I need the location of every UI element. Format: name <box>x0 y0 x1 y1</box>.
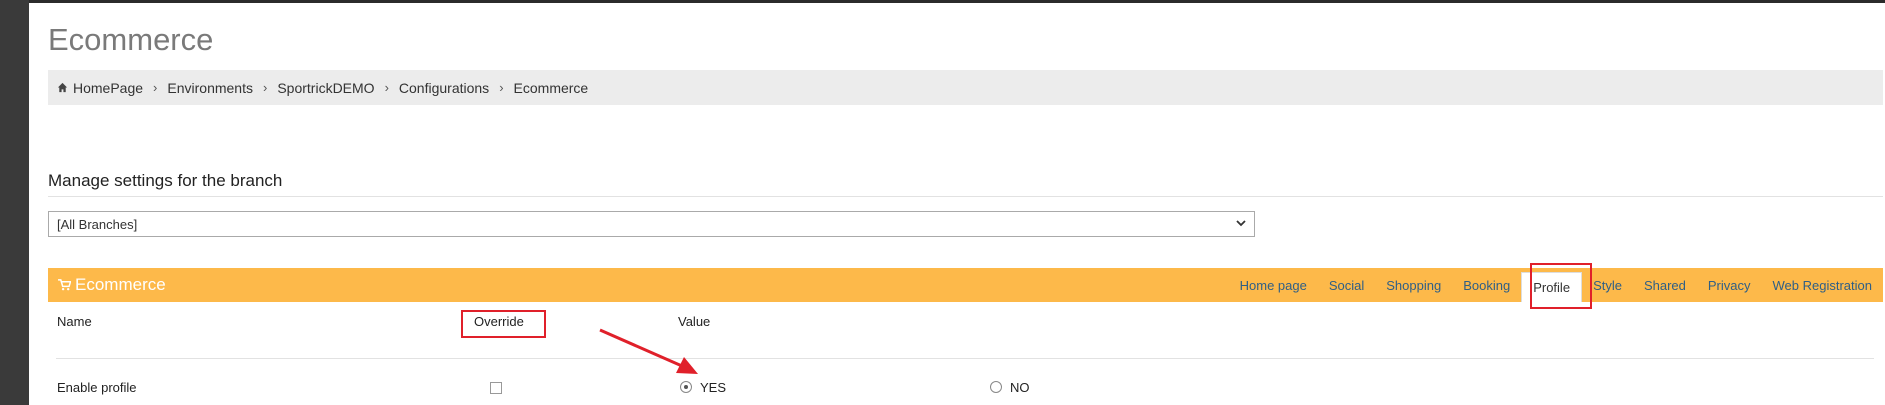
panel-title: Ecommerce <box>48 275 166 295</box>
breadcrumb-home[interactable]: HomePage <box>57 80 143 96</box>
breadcrumb-environments[interactable]: Environments <box>167 80 253 96</box>
enable-profile-yes-label: YES <box>700 380 727 395</box>
breadcrumb-environment-name[interactable]: SportrickDEMO <box>277 80 374 96</box>
branch-settings-heading: Manage settings for the branch <box>48 171 283 190</box>
tab-home-page[interactable]: Home page <box>1229 268 1318 302</box>
chevron-down-icon <box>1236 220 1246 227</box>
enable-profile-label: Enable profile <box>57 380 137 395</box>
breadcrumb-separator: › <box>262 80 268 95</box>
breadcrumb-separator: › <box>384 80 389 95</box>
tab-social[interactable]: Social <box>1318 268 1375 302</box>
override-header-highlight <box>461 310 546 338</box>
annotation-arrow <box>599 328 698 374</box>
tab-web-registration[interactable]: Web Registration <box>1762 268 1883 302</box>
tab-privacy[interactable]: Privacy <box>1697 268 1762 302</box>
page-title: Ecommerce <box>48 22 214 57</box>
ecommerce-panel-header: Ecommerce Home page Social Shopping Book… <box>48 268 1883 302</box>
breadcrumb: HomePage › Environments › SportrickDEMO … <box>48 70 1883 105</box>
profile-tab-highlight <box>1530 263 1592 309</box>
branch-select[interactable]: [All Branches] <box>48 211 1255 237</box>
top-bar <box>0 0 1885 3</box>
enable-profile-yes-radio[interactable] <box>680 381 692 393</box>
row-divider <box>56 358 1874 359</box>
home-icon <box>57 82 68 93</box>
breadcrumb-separator: › <box>153 80 158 95</box>
shopping-cart-icon <box>58 279 71 291</box>
breadcrumb-configurations[interactable]: Configurations <box>399 80 489 96</box>
tab-shopping[interactable]: Shopping <box>1375 268 1452 302</box>
column-header-name: Name <box>57 314 92 329</box>
breadcrumb-separator: › <box>499 80 504 95</box>
enable-profile-no-label: NO <box>1010 380 1030 395</box>
panel-title-label: Ecommerce <box>75 275 166 294</box>
branch-select-value: [All Branches] <box>57 216 138 232</box>
section-divider <box>48 196 1883 197</box>
override-checkbox[interactable] <box>490 382 502 394</box>
tab-booking[interactable]: Booking <box>1452 268 1521 302</box>
enable-profile-no-radio[interactable] <box>990 381 1002 393</box>
sidebar <box>0 0 29 405</box>
breadcrumb-current: Ecommerce <box>513 79 589 96</box>
tab-shared[interactable]: Shared <box>1633 268 1697 302</box>
breadcrumb-home-label: HomePage <box>73 79 144 96</box>
